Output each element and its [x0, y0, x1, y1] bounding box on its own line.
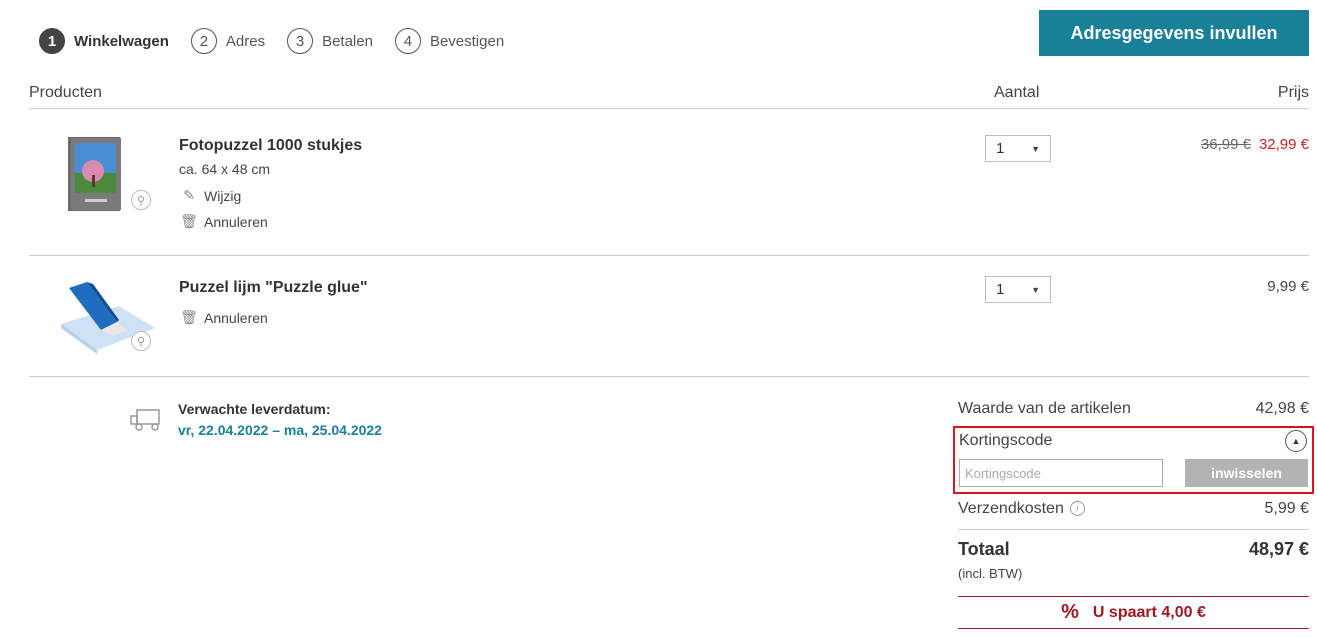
cart-table-header: Producten Aantal Prijs: [29, 84, 1309, 109]
step-number: 2: [190, 28, 217, 54]
puzzle-box-image: [68, 137, 121, 211]
shipping-label-wrap: Verzendkosten i: [958, 500, 1085, 518]
truck-icon: [130, 409, 160, 431]
cart-row: ⚲ Puzzel lijm "Puzzle glue" 🗑 Annuleren …: [29, 256, 1309, 377]
coupon-input[interactable]: [959, 459, 1163, 487]
pencil-icon: ✎: [183, 187, 195, 203]
shipping-amount: 5,99 €: [1264, 500, 1309, 517]
total-amount: 48,97 €: [1248, 539, 1309, 559]
step-number: 3: [287, 28, 314, 54]
step-label: Betalen: [322, 32, 373, 50]
checkout-steps: 1 Winkelwagen 2 Adres 3 Betalen 4 Bevest…: [39, 28, 526, 54]
percent-icon: %: [1061, 601, 1079, 623]
trash-icon: 🗑: [180, 213, 198, 229]
summary-divider: [958, 529, 1309, 530]
chevron-up-icon[interactable]: ▲: [1285, 430, 1307, 452]
column-products: Producten: [29, 84, 102, 101]
product-name: Puzzel lijm "Puzzle glue": [179, 279, 368, 296]
fill-address-button[interactable]: Adresgegevens invullen: [1039, 10, 1309, 56]
column-quantity: Aantal: [994, 84, 1040, 101]
step-payment[interactable]: 3 Betalen: [287, 28, 373, 54]
total-row: Totaal 48,97 €: [958, 539, 1309, 561]
product-price: 36,99 € 32,99 €: [1201, 136, 1309, 153]
cancel-label: Annuleren: [204, 213, 268, 230]
trash-icon: 🗑: [180, 309, 198, 325]
info-icon[interactable]: i: [1069, 501, 1085, 517]
delivery-date: vr, 22.04.2022 – ma, 25.04.2022: [178, 422, 382, 438]
step-label: Adres: [225, 32, 266, 50]
zoom-icon[interactable]: ⚲: [131, 331, 151, 351]
items-value-row: Waarde van de artikelen 42,98 €: [958, 400, 1309, 420]
step-label: Bevestigen: [429, 32, 505, 50]
quantity-select[interactable]: 1 ▼: [985, 135, 1051, 162]
step-confirm[interactable]: 4 Bevestigen: [394, 28, 505, 54]
cancel-link[interactable]: 🗑 Annuleren: [180, 309, 268, 326]
cancel-label: Annuleren: [204, 309, 268, 326]
price-value: 9,99 €: [1267, 278, 1309, 295]
chevron-down-icon: ▼: [1031, 284, 1040, 295]
delivery-label: Verwachte leverdatum:: [178, 401, 331, 417]
product-thumbnail[interactable]: ⚲: [57, 276, 157, 366]
items-value-amount: 42,98 €: [1255, 400, 1309, 417]
sale-price: 32,99 €: [1258, 136, 1309, 153]
column-price: Prijs: [1277, 84, 1309, 101]
cancel-link[interactable]: 🗑 Annuleren: [180, 213, 268, 230]
edit-label: Wijzig: [204, 187, 242, 204]
savings-text: U spaart 4,00 €: [1092, 603, 1206, 621]
old-price: 36,99 €: [1200, 136, 1251, 153]
product-name: Fotopuzzel 1000 stukjes: [179, 137, 363, 154]
quantity-select[interactable]: 1 ▼: [985, 276, 1051, 303]
chevron-down-icon: ▼: [1031, 143, 1040, 154]
step-number: 1: [39, 28, 65, 54]
redeem-button[interactable]: inwisselen: [1185, 459, 1308, 487]
step-label: Winkelwagen: [74, 32, 169, 50]
quantity-value: 1: [996, 281, 1005, 298]
quantity-value: 1: [996, 140, 1005, 157]
step-address[interactable]: 2 Adres: [190, 28, 266, 54]
coupon-title: Kortingscode: [959, 432, 1053, 449]
cart-row: ⚲ Fotopuzzel 1000 stukjes ca. 64 x 48 cm…: [29, 109, 1309, 256]
shipping-row: Verzendkosten i 5,99 €: [958, 500, 1309, 520]
total-label: Totaal: [958, 539, 1010, 559]
zoom-icon[interactable]: ⚲: [131, 190, 151, 210]
product-thumbnail[interactable]: ⚲: [57, 135, 157, 225]
shipping-label: Verzendkosten: [958, 500, 1064, 517]
savings-banner: % U spaart 4,00 €: [958, 596, 1309, 629]
step-number: 4: [394, 28, 421, 54]
product-size: ca. 64 x 48 cm: [179, 161, 271, 177]
items-value-label: Waarde van de artikelen: [958, 400, 1131, 417]
edit-link[interactable]: ✎ Wijzig: [181, 187, 241, 204]
coupon-section: Kortingscode ▲ inwisselen: [953, 426, 1314, 494]
product-price: 9,99 €: [1267, 278, 1309, 295]
step-cart[interactable]: 1 Winkelwagen: [39, 28, 169, 54]
vat-note: (incl. BTW): [958, 566, 1023, 581]
